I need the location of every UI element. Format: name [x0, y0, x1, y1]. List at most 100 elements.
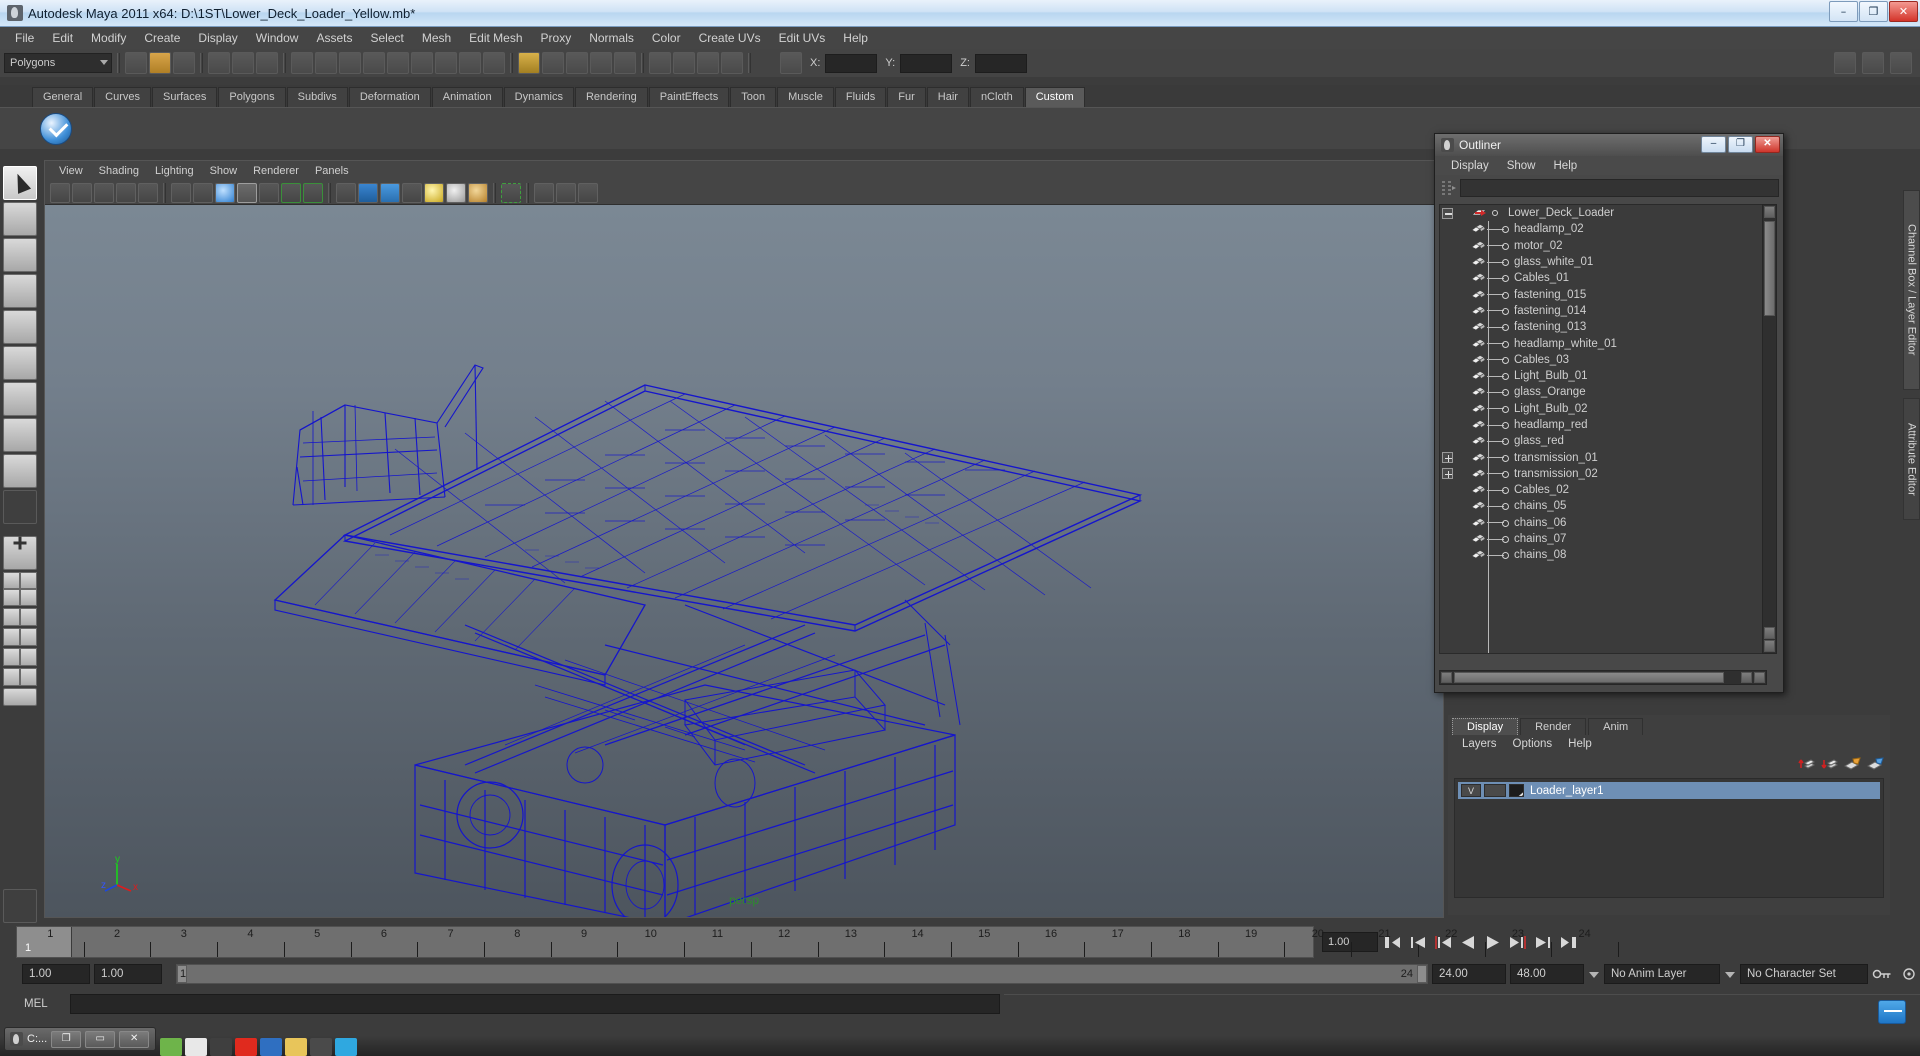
- tab-attribute-editor[interactable]: Attribute Editor: [1903, 398, 1920, 520]
- render-settings-button[interactable]: [721, 52, 743, 74]
- range-bar[interactable]: 1 24: [176, 964, 1428, 984]
- menu-create-uvs[interactable]: Create UVs: [690, 29, 770, 47]
- persp-graph-layout-button[interactable]: [20, 572, 37, 589]
- menu-color[interactable]: Color: [643, 29, 690, 47]
- outliner-item[interactable]: transmission_01: [1440, 449, 1766, 465]
- menu-select[interactable]: Select: [361, 29, 412, 47]
- outliner-item[interactable]: Cables_03: [1440, 352, 1766, 368]
- menu-window[interactable]: Window: [247, 29, 308, 47]
- checkmark-sphere-icon[interactable]: [40, 112, 72, 145]
- outliner-vertical-scrollbar[interactable]: [1762, 204, 1777, 654]
- menu-proxy[interactable]: Proxy: [532, 29, 581, 47]
- shelf-tab-fur[interactable]: Fur: [887, 87, 926, 107]
- shelf-tab-curves[interactable]: Curves: [94, 87, 151, 107]
- animation-end-time-field[interactable]: 48.00: [1510, 964, 1584, 984]
- outliner-item[interactable]: Light_Bulb_02: [1440, 401, 1766, 417]
- outliner-item[interactable]: glass_red: [1440, 433, 1766, 449]
- scroll-right-page-arrow-icon[interactable]: [1754, 672, 1765, 683]
- window-minimize-button[interactable]: –: [1829, 1, 1858, 22]
- layer-name[interactable]: Loader_layer1: [1530, 785, 1604, 797]
- show-hide-attribute-editor-button[interactable]: [1890, 52, 1912, 74]
- persp-only-layout-button[interactable]: [20, 608, 37, 626]
- smooth-shade-selected-icon[interactable]: [380, 182, 400, 203]
- menu-edit-mesh[interactable]: Edit Mesh: [460, 29, 531, 47]
- viewport-menu-renderer[interactable]: Renderer: [245, 163, 307, 179]
- shelf-tab-rendering[interactable]: Rendering: [574, 87, 648, 107]
- range-bar-right-handle[interactable]: [1417, 965, 1427, 983]
- outliner-search-input[interactable]: [1460, 179, 1779, 197]
- snap-to-curve-button[interactable]: [542, 52, 564, 74]
- use-all-lights-icon[interactable]: [446, 182, 466, 203]
- misc-mask-button[interactable]: [483, 52, 505, 74]
- safe-action-icon[interactable]: [281, 182, 301, 203]
- shelf-tab-painteffects[interactable]: PaintEffects: [648, 87, 730, 107]
- graph-layout-buttons[interactable]: [3, 628, 37, 646]
- menu-assets[interactable]: Assets: [307, 29, 361, 47]
- taskbar-app-icon[interactable]: [210, 1038, 232, 1056]
- select-by-hierarchy-button[interactable]: [208, 52, 230, 74]
- menu-help[interactable]: Help: [834, 29, 877, 47]
- layer-tab-render[interactable]: Render: [1520, 718, 1587, 735]
- extra-layout-buttons[interactable]: [3, 668, 37, 686]
- shelf-tab-custom[interactable]: Custom: [1024, 87, 1085, 107]
- select-tool[interactable]: [3, 166, 37, 200]
- three-pane-layout-button[interactable]: [20, 668, 37, 686]
- shelf-tab-general[interactable]: General: [32, 87, 94, 107]
- hypergraph-persp-layout-button[interactable]: [3, 628, 20, 646]
- auto-key-icon[interactable]: [1872, 965, 1894, 983]
- outliner-item[interactable]: glass_Orange: [1440, 384, 1766, 400]
- taskbar-app-icon[interactable]: [310, 1038, 332, 1056]
- outliner-minimize-button[interactable]: –: [1701, 136, 1726, 153]
- wireframe-icon[interactable]: [336, 182, 356, 203]
- go-to-start-icon[interactable]: [1383, 933, 1403, 952]
- outliner-item[interactable]: fastening_015: [1440, 286, 1766, 302]
- window-close-button[interactable]: ✕: [1889, 1, 1918, 22]
- menu-create[interactable]: Create: [135, 29, 189, 47]
- move-layer-up-icon[interactable]: [1798, 757, 1815, 772]
- viewport-menu-panels[interactable]: Panels: [307, 163, 357, 179]
- move-tool[interactable]: [3, 274, 37, 308]
- z-coord-field[interactable]: [974, 53, 1027, 73]
- minimized-restore-button[interactable]: ❐: [51, 1030, 82, 1048]
- play-backwards-icon[interactable]: [1458, 933, 1478, 952]
- select-by-object-type-button[interactable]: [232, 52, 254, 74]
- safe-title-icon[interactable]: [303, 182, 323, 203]
- outliner-layout-buttons[interactable]: [3, 608, 37, 626]
- dynamics-mask-button[interactable]: [435, 52, 457, 74]
- layer-playback-toggle[interactable]: [1484, 784, 1506, 797]
- menu-modify[interactable]: Modify: [82, 29, 135, 47]
- shelf-tab-polygons[interactable]: Polygons: [218, 87, 286, 107]
- scroll-right-arrow-icon[interactable]: [1741, 672, 1752, 683]
- go-to-end-icon[interactable]: [1558, 933, 1578, 952]
- menu-mesh[interactable]: Mesh: [413, 29, 460, 47]
- layer-list[interactable]: V Loader_layer1: [1454, 778, 1884, 898]
- snap-to-view-plane-button[interactable]: [614, 52, 636, 74]
- viewport-3d-canvas[interactable]: y x z persp: [45, 205, 1443, 917]
- handles-mask-button[interactable]: [315, 52, 337, 74]
- chevron-down-icon[interactable]: [1588, 964, 1600, 984]
- shelf-tab-ncloth[interactable]: nCloth: [969, 87, 1024, 107]
- outliner-item[interactable]: chains_05: [1440, 498, 1766, 514]
- shelf-tab-dynamics[interactable]: Dynamics: [503, 87, 574, 107]
- persp-outliner-graph-layout-button[interactable]: [3, 668, 20, 686]
- image-plane-icon[interactable]: [116, 182, 136, 203]
- menu-normals[interactable]: Normals: [580, 29, 643, 47]
- shelf-tab-muscle[interactable]: Muscle: [777, 87, 834, 107]
- outliner-scroll-thumb[interactable]: [1764, 221, 1775, 316]
- step-forward-key-icon[interactable]: [1508, 933, 1528, 952]
- outliner-item[interactable]: headlamp_red: [1440, 417, 1766, 433]
- outliner-menu-help[interactable]: Help: [1545, 159, 1587, 173]
- shelf-tab-toon[interactable]: Toon: [730, 87, 777, 107]
- textured-icon[interactable]: [402, 182, 422, 203]
- range-start-time-field[interactable]: 1.00: [94, 964, 162, 984]
- shadows-icon[interactable]: [468, 182, 488, 203]
- time-slider-grip[interactable]: [0, 927, 16, 957]
- hypershade-persp-layout-button[interactable]: [3, 648, 20, 666]
- tab-channel-box-layer-editor[interactable]: Channel Box / Layer Editor: [1903, 190, 1920, 390]
- use-default-lighting-icon[interactable]: [424, 182, 444, 203]
- menu-display[interactable]: Display: [189, 29, 246, 47]
- outliner-menu-show[interactable]: Show: [1498, 159, 1545, 173]
- snap-to-point-button[interactable]: [566, 52, 588, 74]
- resize-handle-button[interactable]: [1878, 1000, 1906, 1024]
- select-camera-icon[interactable]: [50, 182, 70, 203]
